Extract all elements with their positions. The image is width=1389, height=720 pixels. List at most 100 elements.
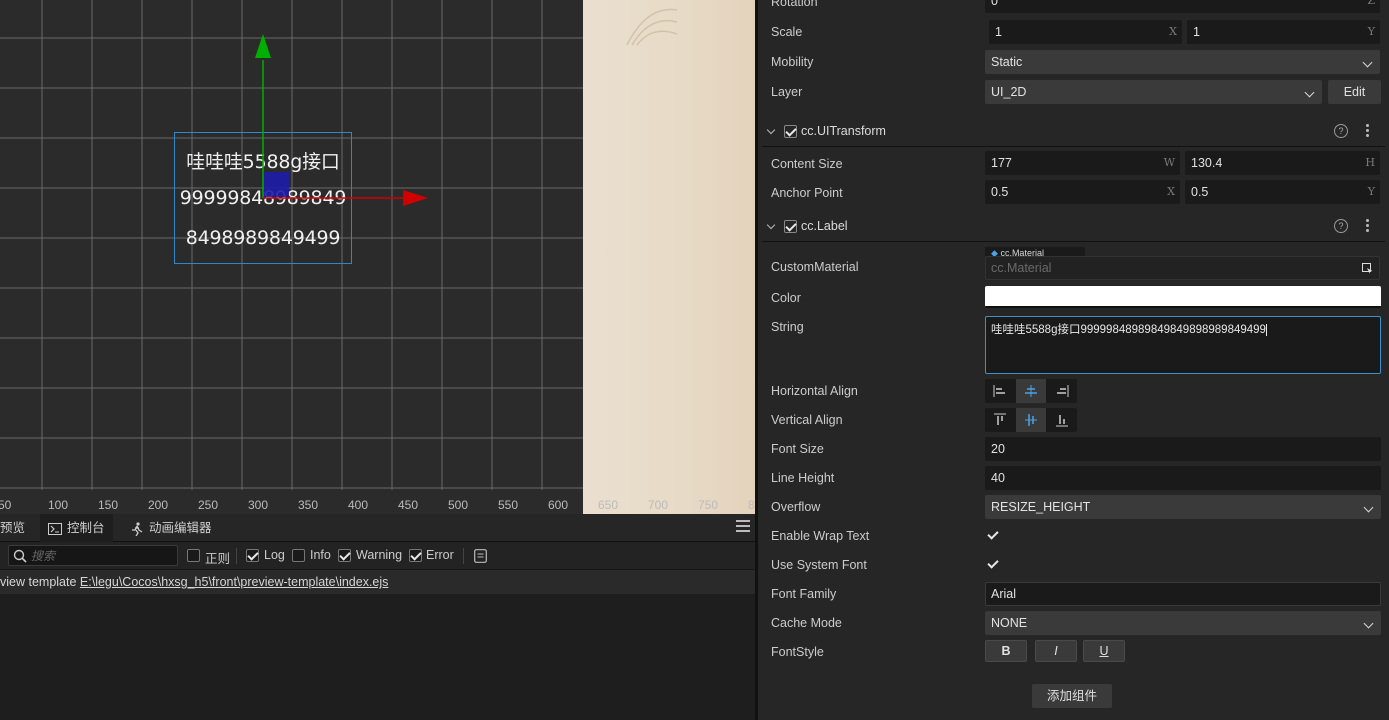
- overflow-select[interactable]: RESIZE_HEIGHT: [985, 495, 1381, 519]
- custom-material-label: CustomMaterial: [771, 260, 859, 274]
- cocos-editor: 50 100 150 200 250 300 350 400 450 500 5…: [0, 0, 1389, 720]
- regex-checkbox[interactable]: [187, 549, 200, 562]
- custom-material-field[interactable]: cc.Material: [985, 256, 1380, 280]
- log-checkbox[interactable]: [246, 549, 259, 562]
- tab-preview[interactable]: 预览: [0, 514, 33, 542]
- layer-edit-button[interactable]: Edit: [1328, 80, 1381, 104]
- uitransform-header[interactable]: cc.UITransform ?: [758, 118, 1389, 146]
- content-size-w-field[interactable]: 177 W: [985, 151, 1180, 175]
- enable-wrap-checkbox[interactable]: [987, 529, 1000, 542]
- color-swatch[interactable]: [985, 286, 1381, 308]
- content-size-h-field[interactable]: 130.4 H: [1185, 151, 1380, 175]
- align-top-button[interactable]: [985, 408, 1015, 432]
- tab-animation-editor[interactable]: 动画编辑器: [122, 514, 220, 542]
- chevron-down-icon: [1304, 87, 1315, 98]
- panel-menu-icon[interactable]: [736, 520, 750, 534]
- collapse-arrow-icon[interactable]: [766, 125, 776, 135]
- layer-value: UI_2D: [991, 85, 1027, 99]
- tab-label: 预览: [0, 521, 26, 535]
- log-text: view template: [0, 575, 80, 589]
- uitransform-enable-checkbox[interactable]: [784, 125, 797, 138]
- ruler-label: 600: [548, 498, 568, 512]
- align-bottom-button[interactable]: [1047, 408, 1077, 432]
- scene-view[interactable]: 50 100 150 200 250 300 350 400 450 500 5…: [0, 0, 756, 514]
- scale-x-field[interactable]: 1 X: [989, 20, 1182, 44]
- horizontal-align-label: Horizontal Align: [771, 384, 858, 398]
- collapse-arrow-icon[interactable]: [766, 220, 776, 230]
- add-component-button[interactable]: 添加组件: [1032, 684, 1112, 708]
- font-size-field[interactable]: 20: [985, 437, 1381, 461]
- gizmo-x-arrow: [403, 190, 428, 206]
- align-right-button[interactable]: [1047, 379, 1077, 403]
- vertical-align-group: [985, 408, 1077, 432]
- console-panel: 预览 控制台 动画编辑器 正则 Log Info Warning E: [0, 514, 756, 720]
- rotation-field[interactable]: 0 Z: [985, 0, 1380, 13]
- axis-label: Y: [1367, 185, 1375, 198]
- info-label: Info: [310, 548, 331, 562]
- component-title: cc.Label: [801, 219, 848, 233]
- color-label: Color: [771, 291, 801, 305]
- log-path-link[interactable]: E:\legu\Cocos\hxsg_h5\front\preview-temp…: [80, 575, 389, 589]
- warning-checkbox[interactable]: [338, 549, 351, 562]
- bold-button[interactable]: B: [985, 640, 1027, 662]
- mobility-value: Static: [991, 55, 1023, 69]
- axis-label: X: [1167, 185, 1175, 198]
- anchor-y-field[interactable]: 0.5 Y: [1185, 180, 1380, 204]
- scale-y-field[interactable]: 1 Y: [1187, 20, 1380, 44]
- align-middle-button[interactable]: [1016, 408, 1046, 432]
- help-icon[interactable]: ?: [1334, 219, 1348, 233]
- ruler-label: 50: [0, 498, 12, 512]
- chevron-down-icon: [1363, 502, 1374, 513]
- more-options-icon[interactable]: [1366, 219, 1370, 233]
- anchor-x-field[interactable]: 0.5 X: [985, 180, 1180, 204]
- ruler-label: 500: [448, 498, 468, 512]
- scale-x-value: 1: [995, 25, 1002, 39]
- horizontal-align-group: [985, 379, 1077, 403]
- search-input[interactable]: [31, 548, 171, 563]
- mobility-select[interactable]: Static: [985, 50, 1380, 74]
- asset-picker-icon[interactable]: [1362, 263, 1373, 274]
- help-icon[interactable]: ?: [1334, 124, 1348, 138]
- string-textarea[interactable]: 哇哇哇5588g接口99999848989849849898989849499: [985, 316, 1381, 374]
- cache-mode-label: Cache Mode: [771, 616, 842, 630]
- content-size-label: Content Size: [771, 157, 843, 171]
- ruler-label: 550: [498, 498, 518, 512]
- overflow-value: RESIZE_HEIGHT: [991, 500, 1091, 514]
- inspector-panel: Rotation 0 Z Scale 1 X 1 Y Mobility Stat…: [758, 0, 1389, 720]
- chevron-down-icon: [1362, 57, 1373, 68]
- use-system-font-checkbox[interactable]: [987, 558, 1000, 571]
- info-checkbox[interactable]: [292, 549, 305, 562]
- layer-select[interactable]: UI_2D: [985, 80, 1322, 104]
- align-left-button[interactable]: [985, 379, 1015, 403]
- ruler-label: 150: [98, 498, 118, 512]
- align-center-icon: [1025, 385, 1037, 397]
- cache-mode-select[interactable]: NONE: [985, 611, 1381, 635]
- label-component-header[interactable]: cc.Label ?: [758, 213, 1389, 241]
- move-gizmo[interactable]: [240, 30, 440, 230]
- scale-y-value: 1: [1193, 25, 1200, 39]
- font-family-field[interactable]: Arial: [985, 582, 1381, 606]
- material-placeholder: cc.Material: [991, 261, 1052, 275]
- divider: [463, 548, 464, 564]
- console-search: [8, 545, 178, 566]
- mobility-label: Mobility: [771, 55, 814, 69]
- line-height-field[interactable]: 40: [985, 466, 1381, 490]
- italic-button[interactable]: I: [1035, 640, 1077, 662]
- console-filterbar: 正则 Log Info Warning Error: [0, 542, 756, 570]
- content-width-value: 177: [991, 156, 1012, 170]
- anchor-x-value: 0.5: [991, 185, 1009, 199]
- align-center-button[interactable]: [1016, 379, 1046, 403]
- ruler-label: 450: [398, 498, 418, 512]
- underline-button[interactable]: U: [1083, 640, 1125, 662]
- tab-console[interactable]: 控制台: [40, 514, 113, 542]
- line-height-label: Line Height: [771, 471, 835, 485]
- more-options-icon[interactable]: [1366, 124, 1370, 138]
- align-bottom-icon: [1056, 415, 1068, 427]
- error-checkbox[interactable]: [409, 549, 422, 562]
- log-entry: view template E:\legu\Cocos\hxsg_h5\fron…: [0, 570, 756, 594]
- clear-log-icon[interactable]: [474, 549, 487, 563]
- label-enable-checkbox[interactable]: [784, 220, 797, 233]
- string-value: 哇哇哇5588g接口99999848989849849898989849499: [991, 324, 1266, 336]
- bottom-tabbar: 预览 控制台 动画编辑器: [0, 514, 756, 542]
- divider: [762, 146, 1385, 147]
